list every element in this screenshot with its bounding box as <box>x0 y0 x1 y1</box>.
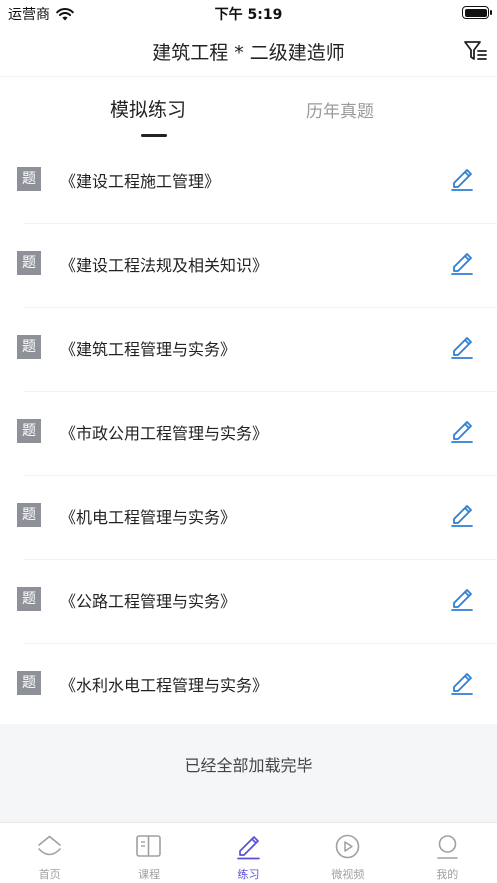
tab-mock-practice[interactable]: 模拟练习 <box>110 95 186 122</box>
tab-bar-label: 练习 <box>237 868 260 881</box>
edit-pencil-icon[interactable] <box>449 500 475 528</box>
tab-bar-item-profile[interactable]: 我的 <box>398 823 497 883</box>
question-tag: 题 <box>17 671 41 695</box>
status-bar: 运营商 下午 5:19 <box>0 0 497 26</box>
list-item[interactable]: 题 《机电工程管理与实务》 <box>0 476 497 560</box>
list-item[interactable]: 题 《水利水电工程管理与实务》 <box>0 644 497 728</box>
tab-bar-item-practice[interactable]: 练习 <box>199 823 298 883</box>
home-icon <box>38 835 61 856</box>
question-tag: 题 <box>17 167 41 191</box>
question-tag: 题 <box>17 419 41 443</box>
bottom-tab-bar: 首页 课程 练习 微视频 我的 <box>0 822 497 883</box>
book-icon <box>136 835 162 857</box>
tab-bar-label: 我的 <box>436 868 459 881</box>
active-tab-indicator <box>141 134 167 137</box>
segment-tabs: 模拟练习 历年真题 <box>0 76 497 140</box>
edit-pencil-icon[interactable] <box>449 584 475 612</box>
list-item-title: 《市政公用工程管理与实务》 <box>60 424 269 443</box>
pencil-icon <box>236 836 260 860</box>
edit-pencil-icon[interactable] <box>449 668 475 696</box>
play-circle-icon <box>335 834 360 859</box>
tab-bar-item-micro-video[interactable]: 微视频 <box>298 823 397 883</box>
list-item-title: 《水利水电工程管理与实务》 <box>60 676 269 695</box>
tab-bar-item-home[interactable]: 首页 <box>0 823 99 883</box>
list-item-title: 《机电工程管理与实务》 <box>60 508 237 527</box>
list-item-title: 《建设工程施工管理》 <box>60 172 221 191</box>
exam-list: 题 《建设工程施工管理》 题 《建设工程法规及相关知识》 题 《建筑工程管理与实… <box>0 140 497 728</box>
list-item[interactable]: 题 《建筑工程管理与实务》 <box>0 308 497 392</box>
tab-bar-label: 首页 <box>38 868 61 881</box>
list-item[interactable]: 题 《公路工程管理与实务》 <box>0 560 497 644</box>
load-complete-footer: 已经全部加载完毕 <box>0 724 497 822</box>
status-time: 下午 5:19 <box>214 7 283 23</box>
edit-pencil-icon[interactable] <box>449 248 475 276</box>
battery-icon <box>462 6 492 19</box>
list-item[interactable]: 题 《建设工程施工管理》 <box>0 140 497 224</box>
list-item-title: 《公路工程管理与实务》 <box>60 592 237 611</box>
filter-list-icon[interactable] <box>463 40 487 62</box>
list-item-title: 《建筑工程管理与实务》 <box>60 340 237 359</box>
edit-pencil-icon[interactable] <box>449 164 475 192</box>
edit-pencil-icon[interactable] <box>449 416 475 444</box>
list-item[interactable]: 题 《建设工程法规及相关知识》 <box>0 224 497 308</box>
list-item[interactable]: 题 《市政公用工程管理与实务》 <box>0 392 497 476</box>
question-tag: 题 <box>17 587 41 611</box>
tab-bar-item-courses[interactable]: 课程 <box>99 823 198 883</box>
nav-bar: 建筑工程 * 二级建造师 <box>0 26 497 76</box>
page-title: 建筑工程 * 二级建造师 <box>152 42 345 64</box>
edit-pencil-icon[interactable] <box>449 332 475 360</box>
list-item-title: 《建设工程法规及相关知识》 <box>60 256 269 275</box>
tab-past-exams[interactable]: 历年真题 <box>306 97 374 122</box>
question-tag: 题 <box>17 335 41 359</box>
load-complete-text: 已经全部加载完毕 <box>184 756 313 775</box>
tab-bar-label: 微视频 <box>331 868 365 881</box>
profile-icon <box>436 835 458 859</box>
question-tag: 题 <box>17 251 41 275</box>
tab-bar-label: 课程 <box>138 868 161 881</box>
question-tag: 题 <box>17 503 41 527</box>
